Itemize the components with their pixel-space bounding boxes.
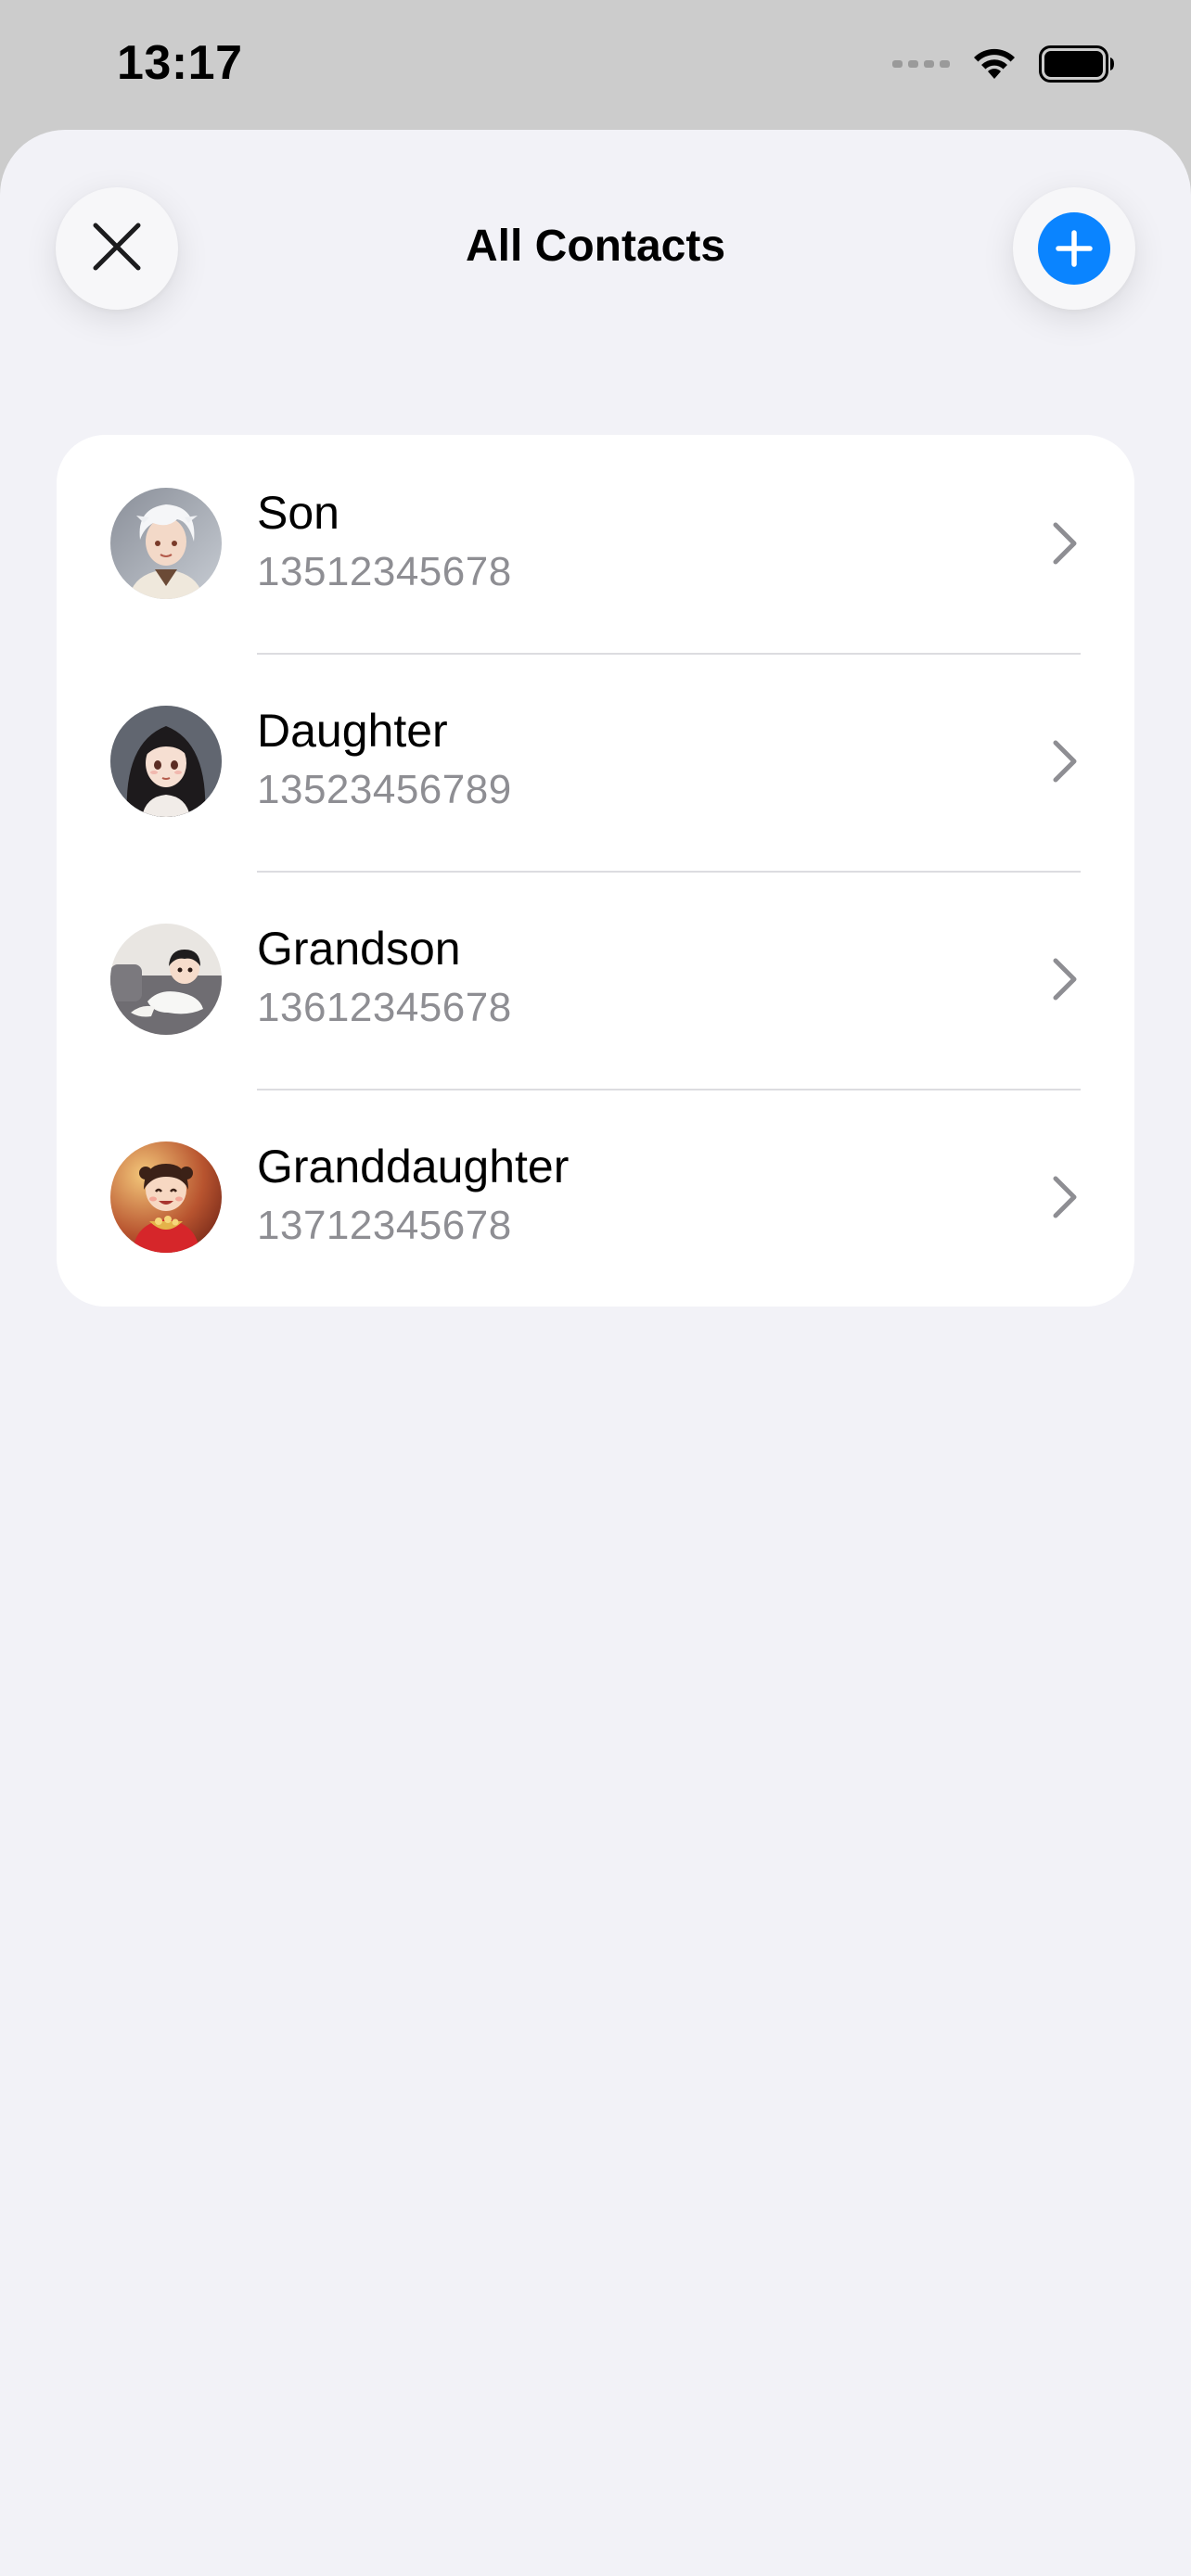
chevron-right-icon [1053,522,1077,565]
battery-icon [1039,45,1115,87]
contacts-sheet: All Contacts Son 13512345678 Daughter 13… [0,130,1191,2576]
contacts-list: Son 13512345678 Daughter 13523456789 Gra… [57,435,1134,1307]
contact-phone: 13523456789 [257,767,512,812]
status-icons [892,43,1115,89]
contact-name: Grandson [257,923,461,975]
contact-name: Granddaughter [257,1141,570,1192]
granddaughter-avatar [110,1141,222,1253]
contact-phone: 13612345678 [257,985,512,1030]
contact-phone: 13712345678 [257,1203,512,1248]
status-bar: 13:17 [0,0,1191,130]
status-time: 13:17 [117,36,243,90]
nav-bar: All Contacts [0,130,1191,371]
chevron-right-icon [1053,740,1077,783]
son-avatar [110,488,222,599]
contact-name: Daughter [257,705,448,757]
add-contact-button[interactable] [1013,187,1135,310]
cellular-signal-icon [892,57,950,74]
daughter-avatar [110,706,222,817]
grandson-avatar [110,924,222,1035]
contact-row-son[interactable]: Son 13512345678 [57,435,1134,653]
contact-row-grandson[interactable]: Grandson 13612345678 [57,871,1134,1089]
wifi-icon [970,45,1018,87]
chevron-right-icon [1053,958,1077,1001]
contact-row-granddaughter[interactable]: Granddaughter 13712345678 [57,1089,1134,1307]
contact-row-daughter[interactable]: Daughter 13523456789 [57,653,1134,871]
plus-circle-icon [1038,212,1110,285]
contact-phone: 13512345678 [257,549,512,594]
chevron-right-icon [1053,1176,1077,1218]
contact-name: Son [257,487,339,539]
